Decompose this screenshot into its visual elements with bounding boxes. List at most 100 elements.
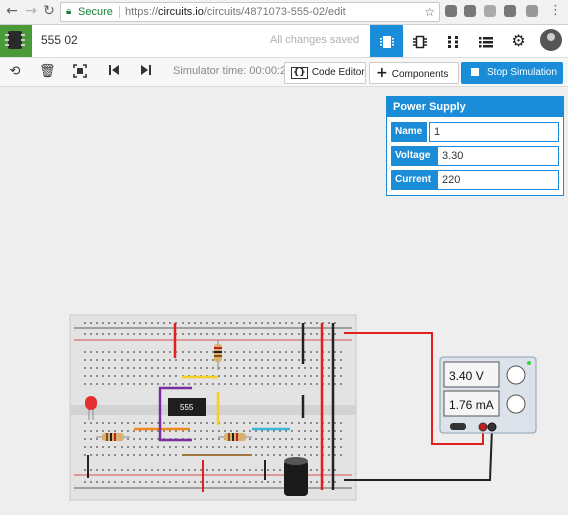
breadboard-hole[interactable] bbox=[304, 446, 306, 448]
breadboard-hole[interactable] bbox=[340, 446, 342, 448]
breadboard-hole[interactable] bbox=[133, 383, 135, 385]
breadboard-hole[interactable] bbox=[224, 322, 226, 324]
breadboard-hole[interactable] bbox=[334, 469, 336, 471]
breadboard-hole[interactable] bbox=[90, 430, 92, 432]
breadboard-hole[interactable] bbox=[255, 351, 257, 353]
breadboard-hole[interactable] bbox=[230, 481, 232, 483]
breadboard-hole[interactable] bbox=[206, 446, 208, 448]
breadboard-hole[interactable] bbox=[230, 446, 232, 448]
breadboard-hole[interactable] bbox=[108, 454, 110, 456]
skip-back-icon[interactable] bbox=[106, 64, 122, 80]
breadboard-hole[interactable] bbox=[304, 322, 306, 324]
breadboard-hole[interactable] bbox=[340, 375, 342, 377]
breadboard-hole[interactable] bbox=[151, 333, 153, 335]
breadboard-hole[interactable] bbox=[261, 430, 263, 432]
breadboard-hole[interactable] bbox=[340, 383, 342, 385]
breadboard-hole[interactable] bbox=[151, 454, 153, 456]
breadboard-hole[interactable] bbox=[90, 351, 92, 353]
breadboard-hole[interactable] bbox=[261, 446, 263, 448]
breadboard-hole[interactable] bbox=[108, 469, 110, 471]
breadboard[interactable] bbox=[69, 314, 357, 501]
breadboard-hole[interactable] bbox=[285, 454, 287, 456]
breadboard-hole[interactable] bbox=[194, 469, 196, 471]
breadboard-hole[interactable] bbox=[194, 367, 196, 369]
breadboard-hole[interactable] bbox=[273, 438, 275, 440]
breadboard-hole[interactable] bbox=[169, 367, 171, 369]
breadboard-hole[interactable] bbox=[273, 430, 275, 432]
breadboard-hole[interactable] bbox=[139, 322, 141, 324]
trash-icon[interactable]: 🗑︎ bbox=[39, 64, 56, 80]
breadboard-hole[interactable] bbox=[121, 359, 123, 361]
breadboard-hole[interactable] bbox=[334, 333, 336, 335]
breadboard-hole[interactable] bbox=[169, 422, 171, 424]
breadboard-hole[interactable] bbox=[121, 481, 123, 483]
breadboard-hole[interactable] bbox=[175, 430, 177, 432]
breadboard-hole[interactable] bbox=[206, 422, 208, 424]
breadboard-hole[interactable] bbox=[249, 359, 251, 361]
breadboard-hole[interactable] bbox=[224, 383, 226, 385]
breadboard-hole[interactable] bbox=[175, 367, 177, 369]
breadboard-hole[interactable] bbox=[316, 430, 318, 432]
breadboard-hole[interactable] bbox=[182, 322, 184, 324]
breadboard-hole[interactable] bbox=[121, 383, 123, 385]
breadboard-hole[interactable] bbox=[133, 454, 135, 456]
breadboard-hole[interactable] bbox=[84, 322, 86, 324]
breadboard-hole[interactable] bbox=[261, 481, 263, 483]
breadboard-hole[interactable] bbox=[273, 481, 275, 483]
breadboard-hole[interactable] bbox=[249, 469, 251, 471]
breadboard-hole[interactable] bbox=[169, 446, 171, 448]
breadboard-hole[interactable] bbox=[127, 351, 129, 353]
breadboard-hole[interactable] bbox=[279, 367, 281, 369]
breadboard-hole[interactable] bbox=[212, 322, 214, 324]
breadboard-hole[interactable] bbox=[163, 430, 165, 432]
breadboard-hole[interactable] bbox=[102, 322, 104, 324]
breadboard-hole[interactable] bbox=[121, 333, 123, 335]
breadboard-hole[interactable] bbox=[102, 446, 104, 448]
fit-view-icon[interactable] bbox=[72, 64, 88, 80]
breadboard-hole[interactable] bbox=[133, 469, 135, 471]
breadboard-hole[interactable] bbox=[255, 375, 257, 377]
breadboard-hole[interactable] bbox=[310, 322, 312, 324]
breadboard-hole[interactable] bbox=[243, 333, 245, 335]
breadboard-hole[interactable] bbox=[212, 430, 214, 432]
breadboard-hole[interactable] bbox=[255, 383, 257, 385]
breadboard-hole[interactable] bbox=[90, 481, 92, 483]
breadboard-hole[interactable] bbox=[127, 438, 129, 440]
breadboard-hole[interactable] bbox=[194, 333, 196, 335]
breadboard-hole[interactable] bbox=[236, 322, 238, 324]
breadboard-hole[interactable] bbox=[194, 351, 196, 353]
breadboard-hole[interactable] bbox=[291, 422, 293, 424]
breadboard-hole[interactable] bbox=[175, 454, 177, 456]
breadboard-hole[interactable] bbox=[267, 481, 269, 483]
breadboard-hole[interactable] bbox=[224, 481, 226, 483]
breadboard-hole[interactable] bbox=[218, 383, 220, 385]
breadboard-hole[interactable] bbox=[96, 322, 98, 324]
breadboard-hole[interactable] bbox=[157, 481, 159, 483]
breadboard-hole[interactable] bbox=[236, 481, 238, 483]
breadboard-hole[interactable] bbox=[182, 430, 184, 432]
breadboard-hole[interactable] bbox=[200, 367, 202, 369]
breadboard-hole[interactable] bbox=[96, 454, 98, 456]
breadboard-hole[interactable] bbox=[127, 422, 129, 424]
breadboard-hole[interactable] bbox=[310, 469, 312, 471]
breadboard-hole[interactable] bbox=[157, 375, 159, 377]
breadboard-hole[interactable] bbox=[334, 454, 336, 456]
breadboard-hole[interactable] bbox=[243, 367, 245, 369]
breadboard-hole[interactable] bbox=[163, 359, 165, 361]
breadboard-hole[interactable] bbox=[188, 383, 190, 385]
breadboard-hole[interactable] bbox=[273, 322, 275, 324]
breadboard-hole[interactable] bbox=[328, 469, 330, 471]
breadboard-hole[interactable] bbox=[298, 430, 300, 432]
breadboard-hole[interactable] bbox=[261, 383, 263, 385]
breadboard-hole[interactable] bbox=[285, 333, 287, 335]
address-bar[interactable]: 🔒︎ Secure https://circuits.io/circuits/4… bbox=[60, 2, 440, 22]
breadboard-hole[interactable] bbox=[298, 375, 300, 377]
breadboard-hole[interactable] bbox=[310, 430, 312, 432]
breadboard-hole[interactable] bbox=[316, 438, 318, 440]
breadboard-hole[interactable] bbox=[340, 454, 342, 456]
breadboard-hole[interactable] bbox=[96, 430, 98, 432]
breadboard-hole[interactable] bbox=[182, 422, 184, 424]
breadboard-hole[interactable] bbox=[334, 430, 336, 432]
breadboard-hole[interactable] bbox=[212, 367, 214, 369]
capacitor[interactable] bbox=[284, 457, 308, 496]
